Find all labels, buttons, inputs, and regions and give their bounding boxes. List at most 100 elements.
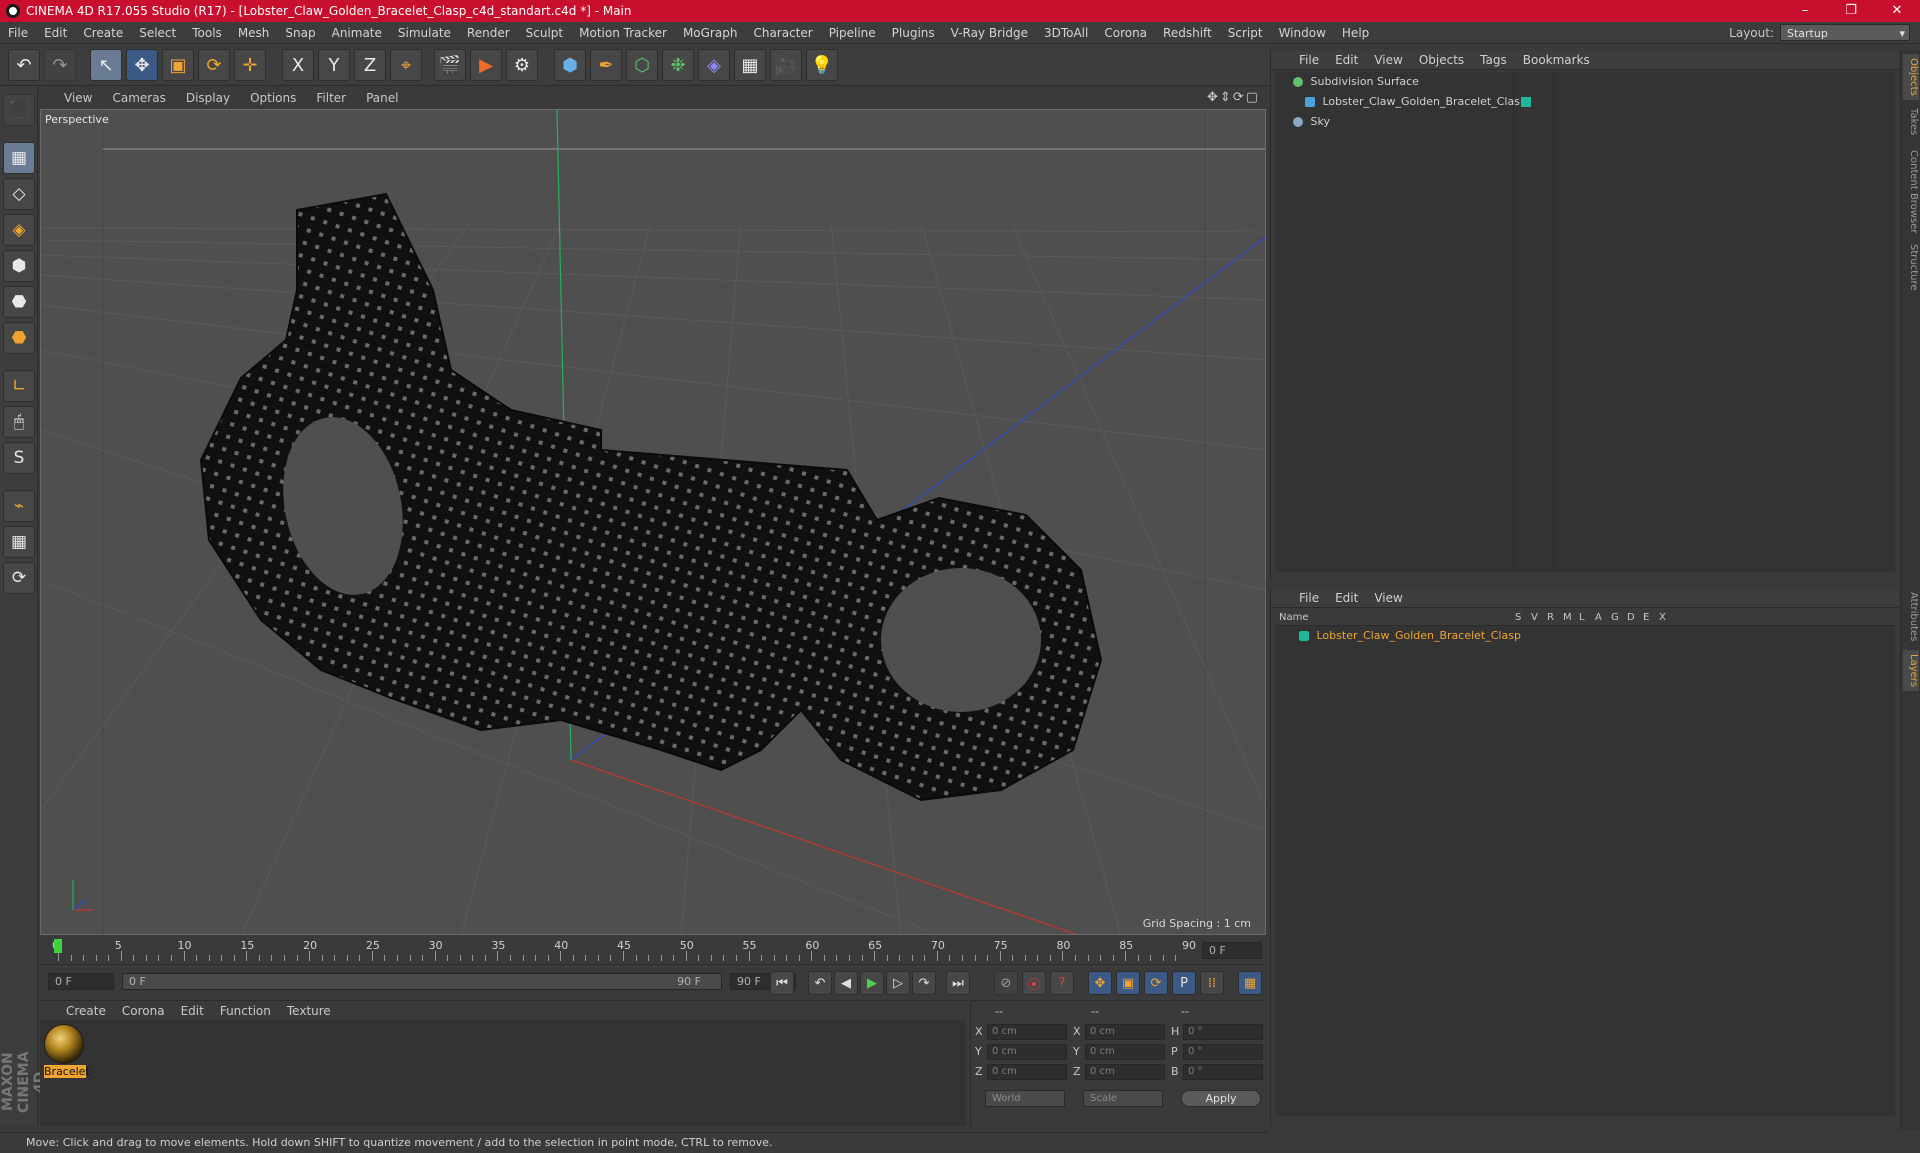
coord-rot-b-field[interactable]: 0 ° — [1183, 1064, 1263, 1080]
objects-menu-edit[interactable]: Edit — [1327, 53, 1366, 67]
layer-row-lobster-claw[interactable]: Lobster_Claw_Golden_Bracelet_Clasp — [1275, 626, 1895, 646]
coordinate-space-dropdown[interactable]: World — [985, 1090, 1065, 1107]
viewport-navigation-icons[interactable]: ✥⇕⟳▢ — [1207, 90, 1260, 105]
cube-primitive-icon[interactable]: ⬢ — [554, 49, 586, 81]
menu-create[interactable]: Create — [75, 22, 131, 44]
objects-menu-bookmarks[interactable]: Bookmarks — [1515, 53, 1598, 67]
tab-attributes[interactable]: Attributes — [1903, 588, 1919, 645]
menu-plugins[interactable]: Plugins — [884, 22, 943, 44]
menu-script[interactable]: Script — [1220, 22, 1271, 44]
objects-menu-objects[interactable]: Objects — [1411, 53, 1472, 67]
tab-content-browser[interactable]: Content Browser — [1903, 146, 1919, 237]
object-row-sky[interactable]: Sky — [1275, 112, 1895, 132]
coord-size-x-field[interactable]: 0 cm — [1085, 1024, 1165, 1040]
menu-tools[interactable]: Tools — [184, 22, 230, 44]
pen-spline-icon[interactable]: ✒ — [590, 49, 622, 81]
material-menu-corona[interactable]: Corona — [114, 1004, 173, 1018]
layout-dropdown[interactable]: Startup — [1780, 24, 1910, 42]
restore-button[interactable]: ❐ — [1828, 0, 1874, 22]
undo-icon[interactable]: ↶ — [8, 49, 40, 81]
next-key-icon[interactable]: ↷ — [912, 971, 936, 995]
material-menu-create[interactable]: Create — [58, 1004, 114, 1018]
workplane-lock-icon[interactable]: ▦ — [3, 526, 35, 558]
layer-color-tag[interactable] — [1521, 97, 1531, 107]
menu-edit[interactable]: Edit — [36, 22, 75, 44]
minimize-button[interactable]: – — [1782, 0, 1828, 22]
layers-menu-file[interactable]: File — [1291, 591, 1327, 605]
coord-size-y-field[interactable]: 0 cm — [1085, 1044, 1165, 1060]
make-editable-icon[interactable]: ⬛ — [3, 94, 35, 126]
scale-key-icon[interactable]: ▣ — [1116, 971, 1140, 995]
go-to-start-icon[interactable]: ⏮ — [770, 971, 794, 995]
menu-select[interactable]: Select — [131, 22, 184, 44]
coord-size-z-field[interactable]: 0 cm — [1085, 1064, 1165, 1080]
edges-mode-icon[interactable]: ⬣ — [3, 286, 35, 318]
mograph-cloner-icon[interactable]: ❉ — [662, 49, 694, 81]
material-menu-edit[interactable]: Edit — [173, 1004, 212, 1018]
previous-frame-icon[interactable]: ◀ — [834, 971, 858, 995]
camera-icon[interactable]: 🎥 — [770, 49, 802, 81]
menu-snap[interactable]: Snap — [277, 22, 323, 44]
tweak-mode-icon[interactable]: 🖱 — [3, 406, 35, 438]
tab-structure[interactable]: Structure — [1903, 240, 1919, 295]
axis-mode-icon[interactable]: ∟ — [3, 370, 35, 402]
render-picture-viewer-icon[interactable]: ▶ — [470, 49, 502, 81]
menu-mograph[interactable]: MoGraph — [675, 22, 746, 44]
previous-key-icon[interactable]: ↶ — [808, 971, 832, 995]
rotate-tool-icon[interactable]: ⟳ — [198, 49, 230, 81]
menu-vray-bridge[interactable]: V-Ray Bridge — [943, 22, 1036, 44]
material-bracelet[interactable]: Bracelet — [44, 1024, 90, 1078]
move-tool-icon[interactable]: ✥ — [126, 49, 158, 81]
menu-mesh[interactable]: Mesh — [230, 22, 278, 44]
floor-icon[interactable]: ▦ — [734, 49, 766, 81]
model-mode-icon[interactable]: ▦ — [3, 142, 35, 174]
preview-range-slider[interactable]: 0 F 90 F — [122, 973, 722, 990]
last-tool-icon[interactable]: ✛ — [234, 49, 266, 81]
timeline-ruler[interactable]: 051015202530354045505560657075808590 0 F — [40, 937, 1266, 963]
rotation-key-icon[interactable]: ⟳ — [1144, 971, 1168, 995]
current-frame-field[interactable]: 0 F — [1202, 942, 1262, 959]
viewport-menu-filter[interactable]: Filter — [306, 91, 356, 105]
live-selection-icon[interactable]: ↖ — [90, 49, 122, 81]
objects-menu-tags[interactable]: Tags — [1472, 53, 1515, 67]
light-icon[interactable]: 💡 — [806, 49, 838, 81]
close-button[interactable]: ✕ — [1874, 0, 1920, 22]
menu-animate[interactable]: Animate — [324, 22, 390, 44]
viewport-menu-options[interactable]: Options — [240, 91, 306, 105]
render-view-icon[interactable]: 🎬 — [434, 49, 466, 81]
point-level-key-icon[interactable]: ⁞⁞ — [1200, 971, 1224, 995]
solo-mode-icon[interactable]: S — [3, 442, 35, 474]
start-frame-field[interactable]: 0 F — [48, 973, 114, 990]
deformer-icon[interactable]: ◈ — [698, 49, 730, 81]
menu-corona[interactable]: Corona — [1096, 22, 1155, 44]
objects-menu-file[interactable]: File — [1291, 53, 1327, 67]
viewport-menu-view[interactable]: View — [40, 91, 102, 105]
menu-help[interactable]: Help — [1334, 22, 1377, 44]
menu-simulate[interactable]: Simulate — [390, 22, 459, 44]
coord-rot-p-field[interactable]: 0 ° — [1183, 1044, 1263, 1060]
tab-layers[interactable]: Layers — [1903, 650, 1919, 692]
tab-objects[interactable]: Objects — [1903, 54, 1919, 100]
menu-pipeline[interactable]: Pipeline — [821, 22, 884, 44]
menu-sculpt[interactable]: Sculpt — [518, 22, 571, 44]
coord-pos-x-field[interactable]: 0 cm — [987, 1024, 1067, 1040]
viewport-menu-cameras[interactable]: Cameras — [102, 91, 175, 105]
objects-menu-view[interactable]: View — [1366, 53, 1410, 67]
keyframe-selection-icon[interactable]: ? — [1050, 971, 1074, 995]
x-axis-lock-icon[interactable]: X — [282, 49, 314, 81]
texture-mode-icon[interactable]: ◇ — [3, 178, 35, 210]
parameter-key-icon[interactable]: P — [1172, 971, 1196, 995]
playhead-marker[interactable] — [54, 939, 62, 953]
viewport-menu-display[interactable]: Display — [176, 91, 240, 105]
menu-motion-tracker[interactable]: Motion Tracker — [571, 22, 675, 44]
timeline-window-icon[interactable]: ▦ — [1238, 971, 1262, 995]
coord-rot-h-field[interactable]: 0 ° — [1183, 1024, 1263, 1040]
apply-button[interactable]: Apply — [1181, 1090, 1261, 1107]
menu-character[interactable]: Character — [745, 22, 820, 44]
material-menu-texture[interactable]: Texture — [279, 1004, 339, 1018]
coord-pos-z-field[interactable]: 0 cm — [987, 1064, 1067, 1080]
tab-takes[interactable]: Takes — [1903, 104, 1919, 139]
object-row-subdivision-surface[interactable]: Subdivision Surface — [1275, 72, 1895, 92]
scale-tool-icon[interactable]: ▣ — [162, 49, 194, 81]
redo-icon[interactable]: ↷ — [44, 49, 76, 81]
